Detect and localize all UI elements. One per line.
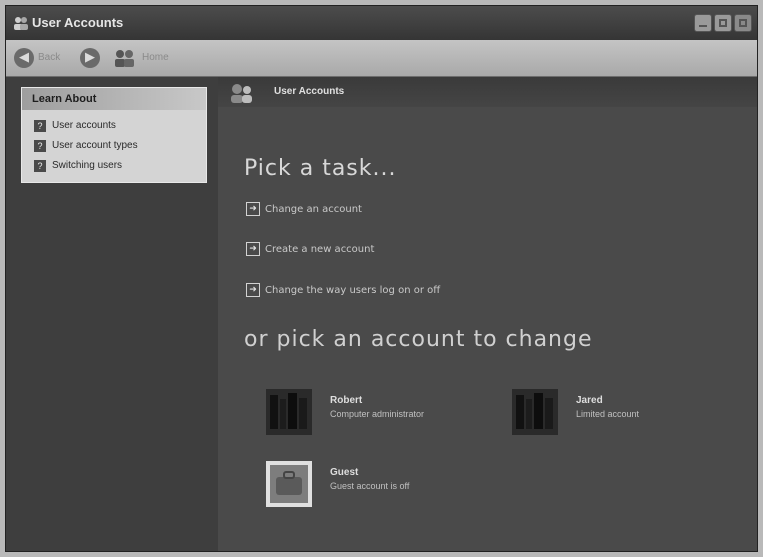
window-title: User Accounts <box>32 15 124 30</box>
user-accounts-icon <box>231 84 252 103</box>
account-type: Guest account is off <box>330 481 410 491</box>
main-content: User Accounts Pick a task... ➜ Change an… <box>218 77 757 551</box>
learn-item-user-accounts[interactable]: ? User accounts <box>22 116 206 136</box>
learn-item-switching-users[interactable]: ? Switching users <box>22 156 206 176</box>
account-name: Jared <box>576 395 603 406</box>
minimize-button[interactable] <box>694 14 712 32</box>
forward-arrow-icon[interactable]: ▶ <box>80 48 100 68</box>
user-picture-icon <box>512 389 558 435</box>
task-label[interactable]: Change the way users log on or off <box>265 283 440 299</box>
close-button[interactable] <box>734 14 752 32</box>
users-icon <box>14 17 28 30</box>
learn-item-label: Switching users <box>52 160 123 171</box>
user-picture-icon <box>266 389 312 435</box>
home-button-label[interactable]: Home <box>142 52 169 63</box>
learn-about-panel: Learn About ? User accounts ? User accou… <box>21 87 207 183</box>
account-name: Guest <box>330 467 359 478</box>
arrow-icon: ➜ <box>246 242 260 256</box>
help-icon: ? <box>34 140 46 152</box>
maximize-button[interactable] <box>714 14 732 32</box>
account-type: Limited account <box>576 409 640 419</box>
main-header-title: User Accounts <box>274 86 345 97</box>
task-label[interactable]: Change an account <box>265 202 362 218</box>
learn-item-label: User account types <box>52 140 138 151</box>
task-label[interactable]: Create a new account <box>265 242 374 258</box>
account-type: Computer administrator <box>330 409 425 419</box>
back-button-label[interactable]: Back <box>38 52 60 63</box>
arrow-icon: ➜ <box>246 202 260 216</box>
guest-briefcase-icon <box>266 461 312 507</box>
learn-about-list: ? User accounts ? User account types ? S… <box>22 110 206 176</box>
learn-item-label: User accounts <box>52 120 116 131</box>
arrow-icon: ➜ <box>246 283 260 297</box>
pick-task-heading: Pick a task... <box>244 156 397 181</box>
home-users-icon[interactable] <box>114 49 136 67</box>
help-icon: ? <box>34 120 46 132</box>
back-arrow-icon[interactable]: ◀ <box>14 48 34 68</box>
user-accounts-window: User Accounts ◀ Back ▶ Home Learn About … <box>6 6 757 551</box>
toolbar: ◀ Back ▶ Home <box>6 40 757 77</box>
help-icon: ? <box>34 160 46 172</box>
main-header: User Accounts <box>218 77 757 107</box>
title-bar[interactable]: User Accounts <box>6 6 757 40</box>
learn-item-user-account-types[interactable]: ? User account types <box>22 136 206 156</box>
account-name: Robert <box>330 395 363 406</box>
sidebar: Learn About ? User accounts ? User accou… <box>6 77 218 551</box>
pick-account-heading: or pick an account to change <box>244 327 593 352</box>
learn-about-header[interactable]: Learn About <box>22 88 206 110</box>
